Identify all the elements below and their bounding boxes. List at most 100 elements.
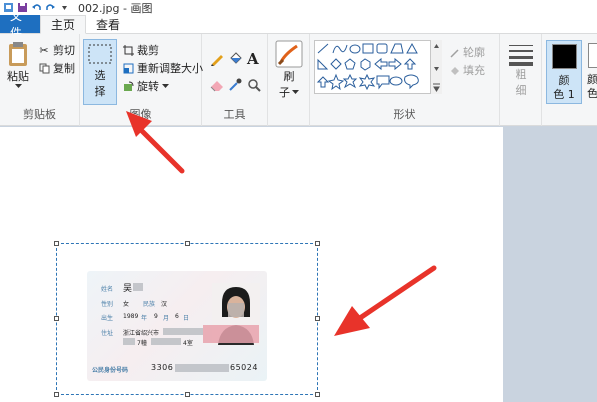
size-label-bottom: 细 xyxy=(515,84,527,97)
redaction-mask xyxy=(151,338,181,345)
crop-button[interactable]: 裁剪 xyxy=(122,42,159,58)
paste-icon xyxy=(9,42,27,66)
color2-swatch xyxy=(588,43,597,68)
card-birth-month-unit: 月 xyxy=(163,315,170,322)
brush-icon xyxy=(275,40,303,68)
crop-icon xyxy=(122,44,134,56)
card-address-building: 7幢 xyxy=(137,340,147,347)
resize-handle-top-left[interactable] xyxy=(54,241,59,246)
redaction-mask xyxy=(123,338,135,345)
fill-label: 填充 xyxy=(463,64,485,77)
line-thickness-icon xyxy=(509,45,533,66)
ribbon: 粘贴 ✂ 剪切 复制 剪贴板 选 择 裁剪 重新调整大小 旋转 图像 A 工具 … xyxy=(0,34,597,126)
brushes-button[interactable]: 刷 子 xyxy=(274,40,304,100)
tools-group-label: 工具 xyxy=(223,108,246,121)
size-button[interactable]: 粗 细 xyxy=(506,42,536,98)
cut-label: 剪切 xyxy=(53,44,75,57)
card-birth-year: 1989 xyxy=(123,313,139,320)
clipboard-group-label: 剪贴板 xyxy=(23,108,56,121)
chevron-down-icon xyxy=(292,89,299,94)
tools-group: A 工具 xyxy=(202,34,268,126)
resize-handle-bottom-right[interactable] xyxy=(315,392,320,397)
clipboard-group: 粘贴 ✂ 剪切 复制 剪贴板 xyxy=(0,34,80,126)
resize-handle-top[interactable] xyxy=(185,241,190,246)
pencil-icon[interactable] xyxy=(210,52,224,69)
redaction-mask xyxy=(175,364,229,372)
outline-icon xyxy=(448,46,460,58)
customize-quick-access-icon[interactable] xyxy=(59,2,70,13)
card-address-line1: 浙江省绍兴市 xyxy=(123,330,160,337)
color1-label-bottom: 色 1 xyxy=(553,88,575,101)
outline-button[interactable]: 轮廓 xyxy=(448,44,485,60)
crop-label: 裁剪 xyxy=(137,44,159,57)
magnifier-icon[interactable] xyxy=(247,78,261,95)
card-address-label: 住址 xyxy=(101,330,114,337)
select-button[interactable]: 选 择 xyxy=(83,39,117,105)
color1-swatch xyxy=(552,44,577,69)
resize-handle-top-right[interactable] xyxy=(315,241,320,246)
annotation-arrow-to-selection xyxy=(334,265,437,336)
rotate-icon xyxy=(122,80,134,92)
paste-label: 粘贴 xyxy=(7,70,29,83)
fill-bucket-icon[interactable] xyxy=(228,52,242,69)
card-gender-label: 性别 xyxy=(101,301,114,308)
outline-label: 轮廓 xyxy=(463,46,485,59)
scissors-icon: ✂ xyxy=(39,43,49,57)
color1-button[interactable]: 颜 色 1 xyxy=(546,40,582,104)
shapes-scrollbar[interactable] xyxy=(430,40,442,94)
shapes-gallery[interactable] xyxy=(314,40,442,94)
card-birth-day: 6 xyxy=(175,313,179,320)
copy-button[interactable]: 复制 xyxy=(38,60,75,76)
brushes-label-bottom: 子 xyxy=(279,86,290,99)
chevron-down-icon xyxy=(162,83,169,88)
canvas-area[interactable]: 姓名 吴 性别 女 民族 汉 出生 1989 年 9 月 6 日 住址 浙江省绍… xyxy=(0,127,597,402)
color2-label-bottom: 色 xyxy=(587,87,597,100)
photo-redaction xyxy=(203,325,259,343)
brushes-group: 刷 子 xyxy=(268,34,310,126)
card-gender-value: 女 xyxy=(123,301,130,308)
rotate-button[interactable]: 旋转 xyxy=(122,78,169,94)
card-name-label: 姓名 xyxy=(101,286,114,293)
title-bar: 002.jpg - 画图 xyxy=(0,0,597,15)
card-birth-day-unit: 日 xyxy=(183,315,190,322)
text-tool-icon[interactable]: A xyxy=(247,50,259,68)
cut-button[interactable]: ✂ 剪切 xyxy=(38,42,75,58)
resize-handle-right[interactable] xyxy=(315,316,320,321)
chevron-down-icon xyxy=(14,84,22,88)
select-rectangle-icon xyxy=(88,44,112,64)
id-card-image: 姓名 吴 性别 女 民族 汉 出生 1989 年 9 月 6 日 住址 浙江省绍… xyxy=(87,271,267,381)
card-birth-year-unit: 年 xyxy=(141,315,148,322)
card-id-prefix: 3306 xyxy=(151,363,174,372)
redaction-mask xyxy=(133,283,143,291)
color2-button[interactable]: 颜 色 xyxy=(585,40,597,104)
resize-icon xyxy=(122,62,134,74)
window-title: 002.jpg - 画图 xyxy=(78,1,153,15)
shapes-group-label: 形状 xyxy=(393,108,416,121)
tab-home[interactable]: 主页 xyxy=(40,15,87,34)
card-id-label: 公民身份号码 xyxy=(92,367,129,374)
fill-icon xyxy=(448,64,460,76)
rotate-label: 旋转 xyxy=(137,80,159,93)
size-label-top: 粗 xyxy=(515,68,527,81)
resize-handle-left[interactable] xyxy=(54,316,59,321)
size-group: 粗 细 xyxy=(500,34,542,126)
card-id-suffix: 65024 xyxy=(230,363,258,372)
undo-icon[interactable] xyxy=(31,2,42,13)
select-label-bottom: 择 xyxy=(94,85,106,98)
annotation-arrow-to-select xyxy=(126,111,185,174)
ribbon-tabs: 文件 主页 查看 xyxy=(0,9,597,40)
card-ethnicity-label: 民族 xyxy=(143,301,156,308)
card-birth-label: 出生 xyxy=(101,315,114,322)
card-birth-month: 9 xyxy=(154,313,158,320)
redo-icon[interactable] xyxy=(45,2,56,13)
fill-button[interactable]: 填充 xyxy=(448,62,485,78)
resize-button[interactable]: 重新调整大小 xyxy=(122,60,203,76)
tab-file[interactable]: 文件 xyxy=(0,9,40,40)
eraser-icon[interactable] xyxy=(210,78,224,95)
resize-handle-bottom[interactable] xyxy=(185,392,190,397)
shapes-gallery-icons xyxy=(316,42,419,91)
resize-handle-bottom-left[interactable] xyxy=(54,392,59,397)
color-picker-icon[interactable] xyxy=(228,78,242,95)
tab-view[interactable]: 查看 xyxy=(86,15,130,33)
paste-button[interactable]: 粘贴 xyxy=(4,40,32,89)
